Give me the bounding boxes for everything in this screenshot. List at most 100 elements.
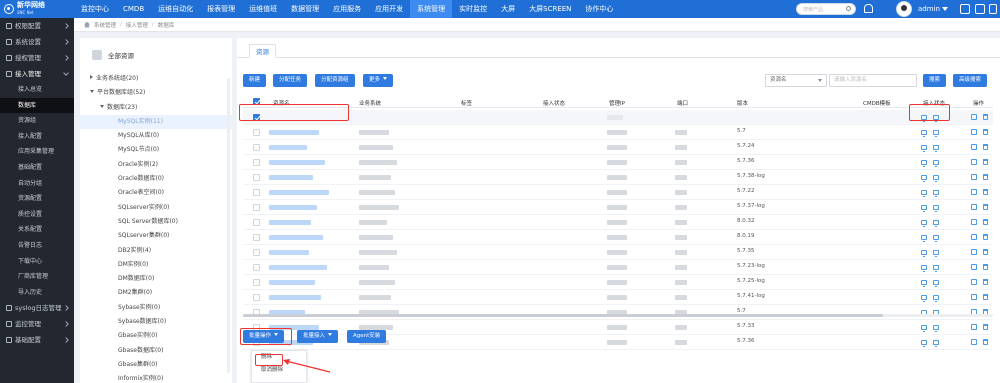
breadcrumb-item[interactable]: 接入管理 bbox=[126, 21, 148, 29]
table-row[interactable]: 5.7.23-log bbox=[243, 260, 993, 275]
monitor-icon[interactable] bbox=[933, 295, 939, 302]
sidebar-section[interactable]: syslog日志管理 bbox=[0, 300, 74, 316]
sidebar-item[interactable]: 关系配置 bbox=[0, 222, 74, 238]
monitor-icon[interactable] bbox=[933, 340, 939, 347]
top-nav-item[interactable]: 协作中心 bbox=[578, 0, 620, 18]
table-row[interactable]: 8.0.19 bbox=[243, 230, 993, 245]
user-name[interactable]: admin bbox=[918, 0, 940, 18]
edit-icon[interactable] bbox=[971, 204, 977, 210]
tree-node[interactable]: DB2实例(4) bbox=[80, 244, 232, 258]
access-status-icon[interactable] bbox=[921, 175, 927, 182]
sidebar-item[interactable]: 自动分组 bbox=[0, 176, 74, 192]
edit-icon[interactable] bbox=[971, 129, 977, 135]
edit-icon[interactable] bbox=[971, 189, 977, 195]
tree-node[interactable]: SQLserver实例(0) bbox=[80, 201, 232, 215]
table-row[interactable]: 5.7.35 bbox=[243, 245, 993, 260]
table-row[interactable]: 5.7.24 bbox=[243, 140, 993, 155]
top-nav-item[interactable]: 大屏 bbox=[494, 0, 522, 18]
edit-icon[interactable] bbox=[971, 249, 977, 255]
table-row[interactable]: 8.0.32 bbox=[243, 215, 993, 230]
breadcrumb-item[interactable]: 系统管理 bbox=[94, 21, 116, 29]
table-row[interactable]: 5.7.36 bbox=[243, 155, 993, 170]
delete-icon[interactable] bbox=[983, 174, 988, 180]
table-row[interactable] bbox=[243, 110, 993, 125]
tree-node[interactable]: 业务系统组(20) bbox=[80, 72, 232, 86]
tree-node[interactable]: MySQL从库(0) bbox=[80, 129, 232, 143]
sidebar-item[interactable]: 数据库 bbox=[0, 97, 74, 114]
delete-icon[interactable] bbox=[983, 249, 988, 255]
sidebar-section[interactable]: 权限配置 bbox=[0, 18, 74, 34]
table-row[interactable]: 5.7.38-log bbox=[243, 170, 993, 185]
sidebar-section[interactable]: 授权管理 bbox=[0, 50, 74, 66]
tree-node[interactable]: SQLserver集群(0) bbox=[80, 229, 232, 243]
monitor-icon[interactable] bbox=[933, 265, 939, 272]
tree-node[interactable]: Gbase集群(0) bbox=[80, 358, 232, 372]
tree-node[interactable]: DM数据库(0) bbox=[80, 272, 232, 286]
tree-header[interactable]: 全部资源 bbox=[80, 38, 232, 72]
monitor-icon[interactable] bbox=[933, 235, 939, 242]
access-status-icon[interactable] bbox=[921, 205, 927, 212]
delete-icon[interactable] bbox=[983, 234, 988, 240]
top-nav-item[interactable]: 数据管理 bbox=[284, 0, 326, 18]
tree-caret-icon[interactable] bbox=[100, 104, 104, 108]
sidebar-item[interactable]: 基础配置 bbox=[0, 160, 74, 176]
tab-resources[interactable]: 资源 bbox=[249, 44, 276, 58]
assign-group-button[interactable]: 分配资源组 bbox=[315, 74, 355, 87]
top-nav-item[interactable]: 应用开发 bbox=[368, 0, 410, 18]
column-header[interactable]: 端口 bbox=[677, 99, 688, 107]
access-status-icon[interactable] bbox=[921, 250, 927, 257]
agent-install-button[interactable]: Agent安装 bbox=[347, 330, 387, 343]
user-menu-caret-icon[interactable] bbox=[942, 7, 948, 11]
top-nav-item[interactable]: 实时监控 bbox=[452, 0, 494, 18]
access-status-icon[interactable] bbox=[921, 340, 927, 347]
fullscreen-icon[interactable] bbox=[960, 4, 970, 14]
monitor-icon[interactable] bbox=[933, 220, 939, 227]
access-status-icon[interactable] bbox=[921, 160, 927, 167]
sidebar-item[interactable]: 告警日志 bbox=[0, 238, 74, 254]
edit-icon[interactable] bbox=[971, 339, 977, 345]
avatar[interactable] bbox=[896, 1, 912, 17]
edit-icon[interactable] bbox=[971, 144, 977, 150]
column-header[interactable]: 操作 bbox=[973, 99, 984, 107]
edit-icon[interactable] bbox=[971, 219, 977, 225]
advanced-search-button[interactable]: 高级搜索 bbox=[953, 74, 988, 87]
sidebar-item[interactable]: 厂商库管理 bbox=[0, 269, 74, 285]
tree-node[interactable]: Gbase实例(0) bbox=[80, 329, 232, 343]
tree-node[interactable]: Gbase数据库(0) bbox=[80, 344, 232, 358]
sidebar-item[interactable]: 下载中心 bbox=[0, 254, 74, 270]
delete-icon[interactable] bbox=[983, 294, 988, 300]
access-status-icon[interactable] bbox=[921, 130, 927, 137]
sidebar-section[interactable]: 监控管理 bbox=[0, 316, 74, 332]
delete-icon[interactable] bbox=[983, 204, 988, 210]
row-checkbox[interactable] bbox=[253, 174, 260, 181]
table-row[interactable]: 5.7 bbox=[243, 305, 993, 320]
sidebar-item[interactable]: 接入总览 bbox=[0, 82, 74, 98]
sidebar-item[interactable]: 资源组 bbox=[0, 113, 74, 129]
tree-node[interactable]: Oracle数据库(0) bbox=[80, 172, 232, 186]
column-header[interactable]: 接入状态 bbox=[543, 99, 565, 107]
column-header[interactable]: 版本 bbox=[737, 99, 748, 107]
row-checkbox[interactable] bbox=[253, 264, 260, 271]
tree-node[interactable]: Oracle实例(2) bbox=[80, 158, 232, 172]
brand-logo[interactable]: 新华网络 SNC Net bbox=[0, 0, 74, 18]
tree-node[interactable]: SQL Server数据库(0) bbox=[80, 215, 232, 229]
delete-icon[interactable] bbox=[983, 189, 988, 195]
table-row[interactable]: 5.7.37-log bbox=[243, 200, 993, 215]
access-status-icon[interactable] bbox=[921, 190, 927, 197]
settings-icon[interactable] bbox=[975, 4, 985, 14]
sidebar-item[interactable]: 应用采集管理 bbox=[0, 144, 74, 160]
table-row[interactable]: 5.7.22 bbox=[243, 185, 993, 200]
top-nav-item[interactable]: 应用服务 bbox=[326, 0, 368, 18]
sidebar-section[interactable]: 接入管理 bbox=[0, 66, 74, 82]
column-header[interactable]: 管理IP bbox=[609, 99, 625, 107]
column-header[interactable]: 业务系统 bbox=[359, 99, 381, 107]
delete-icon[interactable] bbox=[983, 264, 988, 270]
tree-node[interactable]: Oracle表空间(0) bbox=[80, 186, 232, 200]
monitor-icon[interactable] bbox=[933, 280, 939, 287]
new-button[interactable]: 新建 bbox=[243, 74, 267, 87]
row-checkbox[interactable] bbox=[253, 294, 260, 301]
access-status-icon[interactable] bbox=[921, 325, 927, 332]
sidebar-item[interactable]: 资源配置 bbox=[0, 191, 74, 207]
monitor-icon[interactable] bbox=[933, 160, 939, 167]
tree-node[interactable]: DM2集群(0) bbox=[80, 286, 232, 300]
